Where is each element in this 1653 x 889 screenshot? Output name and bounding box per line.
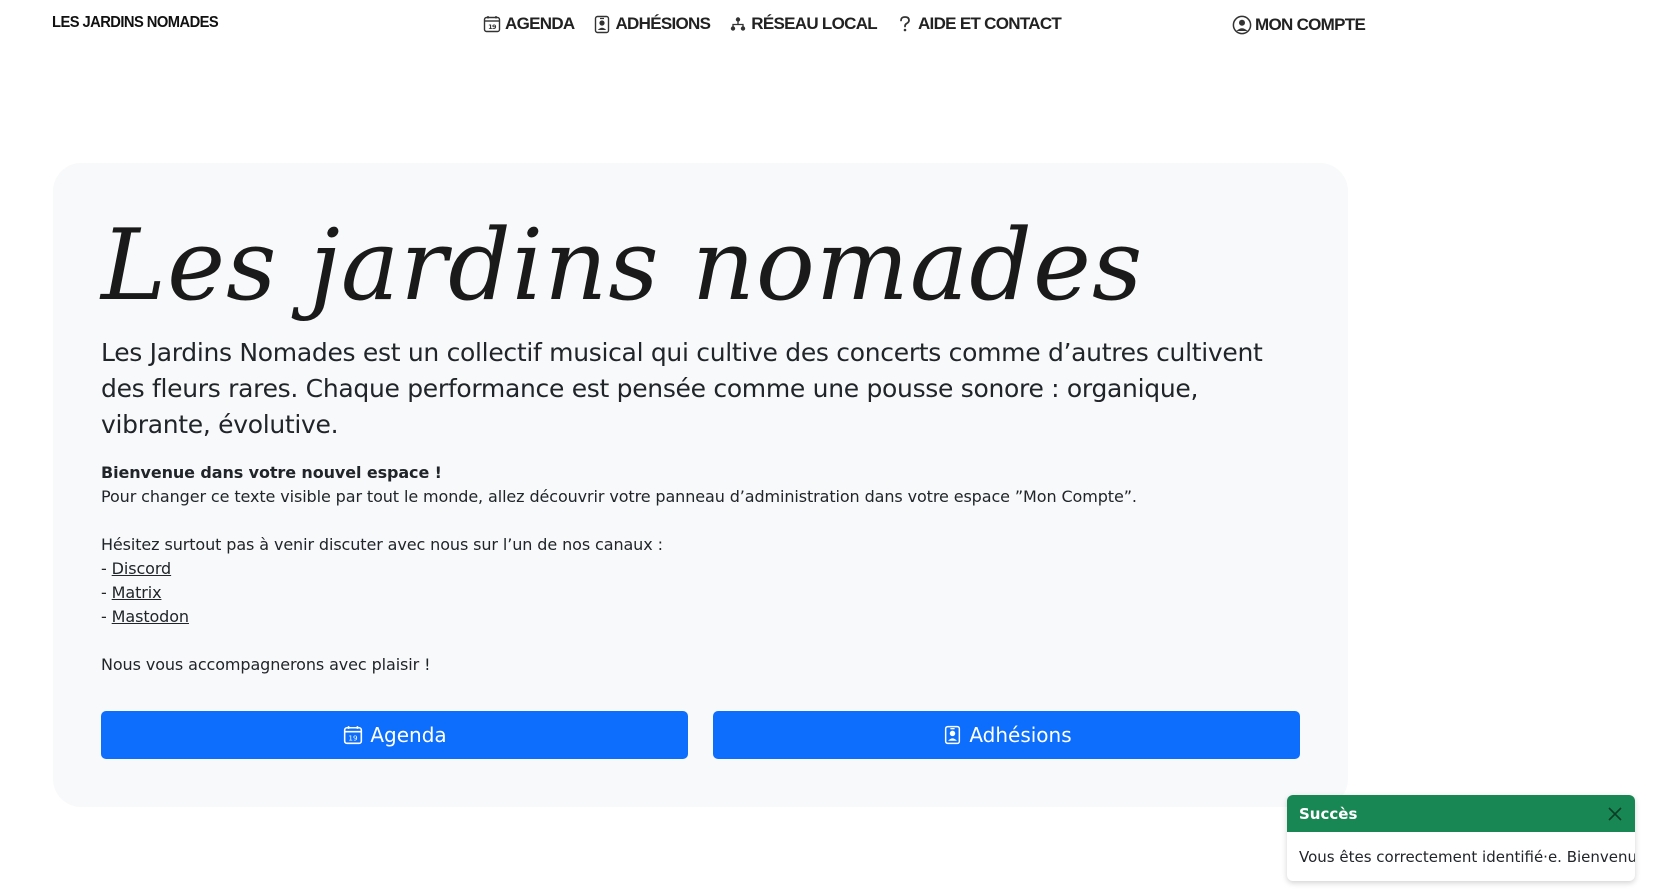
nav-agenda-label: AGENDA xyxy=(505,14,575,33)
close-icon[interactable] xyxy=(1605,804,1625,824)
toast-message: Vous êtes correctement identifié·e. Bien… xyxy=(1299,847,1635,866)
calendar-icon: 19 xyxy=(342,724,364,746)
closing-text: Nous vous accompagnerons avec plaisir ! xyxy=(101,655,431,674)
toast-title: Succès xyxy=(1299,804,1358,823)
nav-adhesions-label: ADHÉSIONS xyxy=(615,14,711,33)
user-circle-icon xyxy=(1231,14,1253,36)
hero-card: Les jardins nomades Les Jardins Nomades … xyxy=(53,163,1348,807)
channels-intro: Hésitez surtout pas à venir discuter ave… xyxy=(101,535,663,554)
welcome-text: Pour changer ce texte visible par tout l… xyxy=(101,487,1137,506)
nav-reseau-local[interactable]: RÉSEAU LOCAL xyxy=(728,14,878,34)
nav-agenda[interactable]: 19 AGENDA xyxy=(482,14,575,34)
adhesions-button[interactable]: Adhésions xyxy=(713,711,1300,759)
nav-aide-contact[interactable]: AIDE ET CONTACT xyxy=(895,14,1062,34)
brand-logo[interactable]: LES JARDINS NOMADES xyxy=(52,14,219,32)
navbar: LES JARDINS NOMADES 19 AGENDA ADHÉSIONS … xyxy=(0,0,1653,52)
success-toast: Succès Vous êtes correctement identifié·… xyxy=(1287,795,1635,881)
account-link[interactable]: MON COMPTE xyxy=(1231,14,1366,36)
channel-item-mastodon: - Mastodon xyxy=(101,607,189,626)
nav-reseau-local-label: RÉSEAU LOCAL xyxy=(751,14,877,33)
adhesions-button-label: Adhésions xyxy=(969,723,1072,747)
matrix-link[interactable]: Matrix xyxy=(112,583,162,602)
network-icon xyxy=(728,14,748,34)
toast-header: Succès xyxy=(1287,795,1635,832)
hero-title: Les jardins nomades xyxy=(101,209,1144,323)
hero-lead: Les Jardins Nomades est un collectif mus… xyxy=(101,338,1263,439)
badge-icon xyxy=(592,14,612,34)
agenda-button-label: Agenda xyxy=(370,723,447,747)
welcome-title: Bienvenue dans votre nouvel espace ! xyxy=(101,463,442,482)
svg-text:19: 19 xyxy=(488,23,497,31)
nav-aide-contact-label: AIDE ET CONTACT xyxy=(917,14,1062,33)
welcome-block: Bienvenue dans votre nouvel espace ! Pou… xyxy=(101,461,1251,677)
badge-icon xyxy=(941,724,963,746)
channel-item-matrix: - Matrix xyxy=(101,583,162,602)
question-icon xyxy=(895,14,915,34)
discord-link[interactable]: Discord xyxy=(112,559,172,578)
channel-item-discord: - Discord xyxy=(101,559,172,578)
nav-links: 19 AGENDA ADHÉSIONS RÉSEAU LOCAL AIDE ET… xyxy=(482,14,1079,34)
nav-adhesions[interactable]: ADHÉSIONS xyxy=(592,14,711,34)
agenda-button[interactable]: 19 Agenda xyxy=(101,711,688,759)
svg-text:19: 19 xyxy=(349,734,359,743)
account-label: MON COMPTE xyxy=(1255,15,1366,34)
mastodon-link[interactable]: Mastodon xyxy=(112,607,189,626)
calendar-icon: 19 xyxy=(482,14,502,34)
